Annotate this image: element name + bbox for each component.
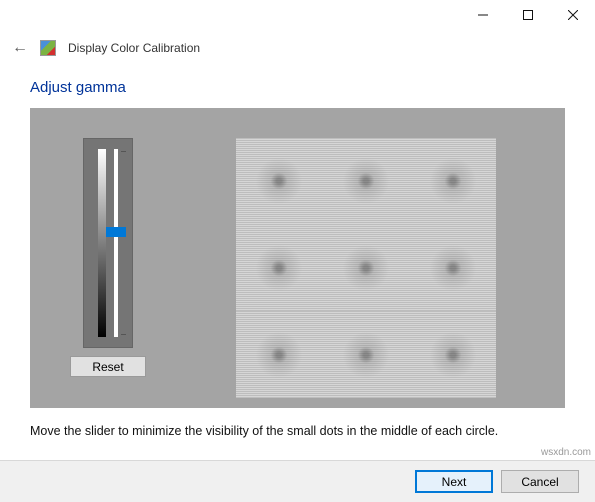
instruction-text: Move the slider to minimize the visibili… [0, 408, 595, 446]
preview-cell [409, 225, 496, 312]
page-heading: Adjust gamma [30, 79, 565, 96]
calibration-panel: Reset [30, 108, 565, 408]
slider-track [114, 149, 118, 337]
preview-cell [323, 225, 410, 312]
maximize-button[interactable] [505, 0, 550, 29]
gamma-slider[interactable] [83, 138, 133, 348]
gradient-strip [98, 149, 106, 337]
preview-cell [236, 138, 323, 225]
preview-cell [323, 311, 410, 398]
next-button[interactable]: Next [415, 470, 493, 493]
slider-tick-top [121, 151, 126, 152]
gamma-preview-grid [236, 138, 496, 398]
preview-cell [409, 311, 496, 398]
preview-cell [409, 138, 496, 225]
footer: Next Cancel [0, 460, 595, 502]
cancel-button[interactable]: Cancel [501, 470, 579, 493]
slider-thumb[interactable] [106, 227, 126, 237]
slider-tick-bottom [121, 334, 126, 335]
watermark: wsxdn.com [541, 447, 591, 458]
content-area: Adjust gamma Reset [0, 65, 595, 408]
window-title: Display Color Calibration [68, 41, 200, 55]
back-arrow-icon[interactable]: ← [12, 40, 28, 56]
close-button[interactable] [550, 0, 595, 29]
header: ← Display Color Calibration [0, 30, 595, 65]
preview-cell [236, 225, 323, 312]
preview-cell [236, 311, 323, 398]
app-icon [40, 40, 56, 56]
titlebar [0, 0, 595, 30]
reset-button[interactable]: Reset [70, 356, 146, 377]
slider-column: Reset [70, 138, 146, 377]
minimize-button[interactable] [460, 0, 505, 29]
preview-cell [323, 138, 410, 225]
